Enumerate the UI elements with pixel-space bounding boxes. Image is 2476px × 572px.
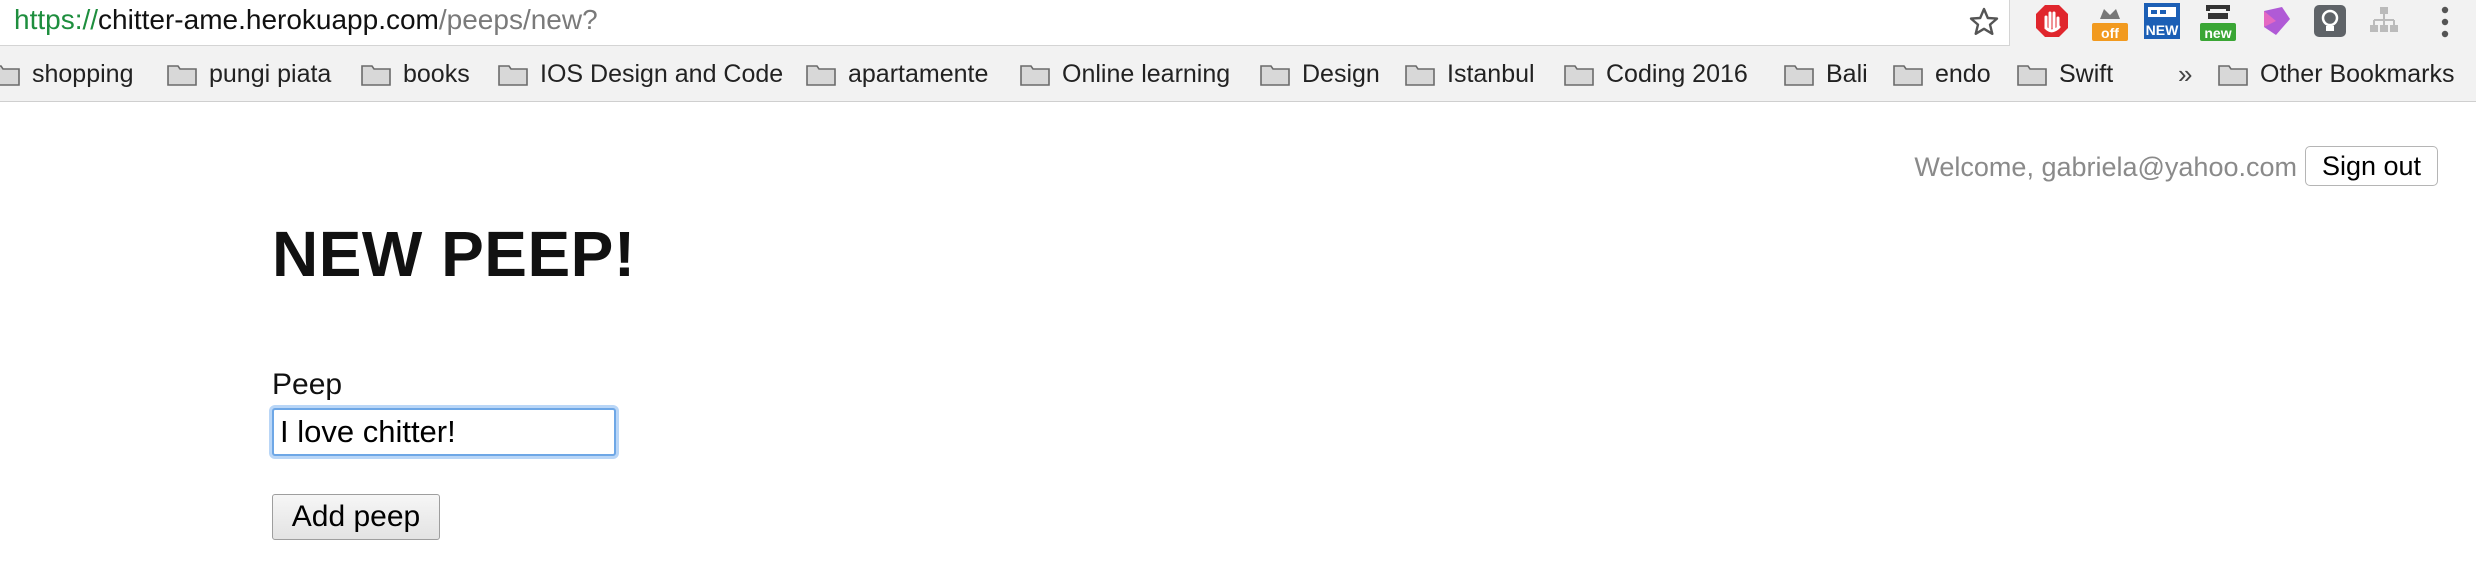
- bookmark-label: Istanbul: [1447, 59, 1535, 88]
- sitemap-extension-icon[interactable]: [2364, 1, 2404, 41]
- bookmark-label: Bali: [1826, 59, 1868, 88]
- bookmark-label: books: [403, 59, 470, 88]
- browser-menu-icon[interactable]: [2430, 2, 2460, 42]
- bookmark-star-icon[interactable]: [1964, 2, 2004, 42]
- bookmarks-overflow-chevron-icon[interactable]: »: [2178, 56, 2192, 92]
- bookmark-folder-books[interactable]: books: [361, 56, 470, 92]
- bookmark-folder-design[interactable]: Design: [1260, 56, 1380, 92]
- bookmark-folder-pungi-piata[interactable]: pungi piata: [167, 56, 331, 92]
- bookmark-label: Other Bookmarks: [2260, 59, 2455, 88]
- folder-icon: [1893, 65, 1923, 86]
- bookmark-folder-endo[interactable]: endo: [1893, 56, 1991, 92]
- bookmark-folder-ios-design-and-code[interactable]: IOS Design and Code: [498, 56, 783, 92]
- bookmark-label: apartamente: [848, 59, 989, 88]
- bookmark-label: shopping: [32, 59, 134, 88]
- folder-icon: [2218, 65, 2248, 86]
- bookmark-label: Design: [1302, 59, 1380, 88]
- bookmark-label: endo: [1935, 59, 1991, 88]
- bookmark-folder-online-learning[interactable]: Online learning: [1020, 56, 1230, 92]
- folder-icon: [2017, 65, 2047, 86]
- pocket-extension-icon[interactable]: [2256, 1, 2296, 41]
- bookmark-folder-shopping[interactable]: shopping: [0, 56, 133, 92]
- folder-icon: [1564, 65, 1594, 86]
- folder-icon: [167, 65, 197, 86]
- url-path: /peeps/new?: [438, 4, 598, 35]
- bookmark-label: pungi piata: [209, 59, 332, 88]
- bookmark-label: Coding 2016: [1606, 59, 1748, 88]
- url-host: chitter-ame.herokuapp.com: [98, 4, 439, 35]
- peep-field-label: Peep: [272, 368, 343, 401]
- bookmark-label: Swift: [2059, 59, 2114, 88]
- welcome-message: Welcome, gabriela@yahoo.com: [1914, 152, 2297, 182]
- bookmark-folder-istanbul[interactable]: Istanbul: [1405, 56, 1535, 92]
- folder-icon: [498, 65, 528, 86]
- page-title: NEW PEEP!: [272, 218, 636, 290]
- bookmark-label: IOS Design and Code: [540, 59, 784, 88]
- bookmarks-bar: shopping pungi piata books IOS Design an…: [0, 46, 2476, 102]
- new-badge-extension-label: new: [2204, 25, 2232, 41]
- folder-icon: [1784, 65, 1814, 86]
- folder-icon: [1020, 65, 1050, 86]
- bookmark-folder-coding-2016[interactable]: Coding 2016: [1564, 56, 1748, 92]
- off-extension-icon[interactable]: off: [2090, 1, 2130, 41]
- new-badge-extension-icon[interactable]: new: [2198, 1, 2238, 41]
- browser-toolbar: https://chitter-ame.herokuapp.com/peeps/…: [0, 0, 2476, 46]
- new-extension-label: NEW: [2145, 22, 2179, 38]
- adblock-icon[interactable]: [2032, 1, 2072, 41]
- lightbulb-extension-icon[interactable]: [2310, 1, 2350, 41]
- bookmark-folder-apartamente[interactable]: apartamente: [806, 56, 988, 92]
- bookmark-label: Online learning: [1062, 59, 1231, 88]
- url-scheme: https://: [14, 4, 99, 35]
- peep-input[interactable]: [272, 408, 616, 456]
- bookmark-folder-bali[interactable]: Bali: [1784, 56, 1868, 92]
- folder-icon: [361, 65, 391, 86]
- bookmark-folder-other-bookmarks[interactable]: Other Bookmarks: [2218, 56, 2455, 92]
- folder-icon: [0, 65, 20, 86]
- folder-icon: [1260, 65, 1290, 86]
- sign-out-button[interactable]: Sign out: [2305, 146, 2438, 186]
- folder-icon: [1405, 65, 1435, 86]
- add-peep-button[interactable]: Add peep: [272, 494, 440, 540]
- off-extension-label: off: [2101, 25, 2119, 41]
- folder-icon: [806, 65, 836, 86]
- new-extension-icon[interactable]: NEW: [2142, 1, 2182, 41]
- address-bar[interactable]: https://chitter-ame.herokuapp.com/peeps/…: [0, 0, 2010, 46]
- bookmark-folder-swift[interactable]: Swift: [2017, 56, 2113, 92]
